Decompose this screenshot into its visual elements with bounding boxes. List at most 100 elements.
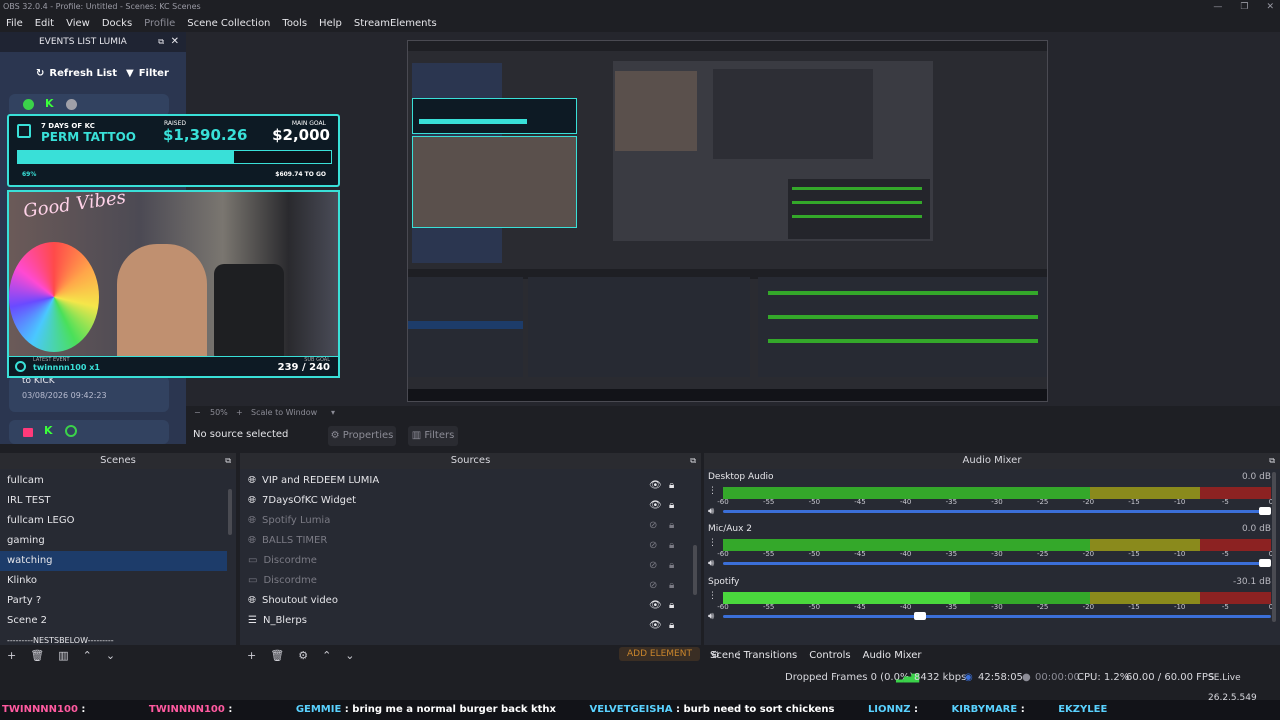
menu-view[interactable]: View: [60, 16, 96, 32]
menu-docks[interactable]: Docks: [96, 16, 138, 32]
source-item[interactable]: 🌐︎ VIP and REDEEM LUMIA 👁︎ 🔒︎: [240, 471, 690, 491]
menu-tools[interactable]: Tools: [276, 16, 313, 32]
remove-scene-icon[interactable]: 🗑︎: [30, 649, 44, 662]
tab-audio-mixer[interactable]: Audio Mixer: [857, 647, 928, 665]
scene-filters-icon[interactable]: ▥: [58, 649, 68, 662]
source-item[interactable]: 🌐︎ BALLS TIMER ⊘ 🔒︎: [240, 531, 690, 551]
tab-scene-transitions[interactable]: Scene Transitions: [704, 647, 803, 665]
scene-item[interactable]: IRL TEST: [0, 491, 227, 511]
source-item[interactable]: 🌐︎ Shoutout video 👁︎ 🔒︎: [240, 591, 690, 611]
event-time: 03/08/2026 09:42:23: [22, 391, 107, 400]
add-scene-icon[interactable]: +: [7, 649, 16, 662]
scenes-scrollbar[interactable]: [228, 489, 232, 535]
move-down-icon[interactable]: ⌄: [345, 649, 354, 662]
volume-knob[interactable]: [1259, 507, 1271, 515]
speaker-icon[interactable]: 🔊︎: [708, 611, 714, 622]
lock-icon[interactable]: 🔒︎: [669, 556, 678, 571]
undock-icon[interactable]: ⧉: [1269, 453, 1275, 469]
events-dock-title: EVENTS LIST LUMIA: [39, 37, 127, 47]
eye-icon[interactable]: 👁︎: [649, 476, 662, 491]
menu-file[interactable]: File: [0, 16, 29, 32]
eye-icon[interactable]: 👁︎: [649, 496, 662, 511]
menu-profile[interactable]: Profile: [138, 16, 181, 32]
sources-scrollbar[interactable]: [693, 545, 697, 595]
scene-item[interactable]: Party ?: [0, 591, 227, 611]
filter-button[interactable]: ▼ Filter: [118, 61, 177, 85]
volume-slider[interactable]: [723, 612, 1271, 620]
minimize-icon[interactable]: —: [1213, 0, 1222, 14]
scene-item[interactable]: gaming: [0, 531, 227, 551]
scene-item[interactable]: Klinko: [0, 571, 227, 591]
eye-hidden-icon[interactable]: ⊘: [649, 536, 660, 551]
menu-scene-collection[interactable]: Scene Collection: [181, 16, 276, 32]
speaker-icon[interactable]: 🔊︎: [708, 506, 714, 517]
undock-icon[interactable]: ⧉: [225, 453, 231, 469]
volume-knob[interactable]: [913, 612, 926, 620]
nested-audio: [758, 277, 1047, 377]
channel-menu-icon[interactable]: ⋮: [708, 538, 717, 548]
lock-icon[interactable]: 🔒︎: [669, 516, 678, 531]
event-card[interactable]: K: [9, 420, 169, 444]
source-properties-icon[interactable]: ⚙: [298, 649, 308, 662]
add-source-icon[interactable]: +: [247, 649, 256, 662]
source-item[interactable]: ☰ N_Blerps 👁︎ 🔒︎: [240, 611, 690, 631]
refresh-icon: ↻: [36, 67, 45, 79]
close-dock-icon[interactable]: ✕: [171, 32, 179, 52]
volume-knob[interactable]: [1259, 559, 1271, 567]
menu-streamelements[interactable]: StreamElements: [348, 16, 443, 32]
source-item[interactable]: 🌐︎ 7DaysOfKC Widget 👁︎ 🔒︎: [240, 491, 690, 511]
menu-edit[interactable]: Edit: [29, 16, 60, 32]
nested-recursive: [713, 69, 873, 159]
sub-goal-value: 239 / 240: [277, 362, 330, 373]
eye-icon[interactable]: 👁︎: [649, 596, 662, 611]
volume-slider[interactable]: [723, 559, 1271, 567]
close-icon[interactable]: ✕: [1266, 0, 1274, 14]
lock-icon[interactable]: 🔒︎: [669, 576, 678, 591]
tab-controls[interactable]: Controls: [803, 647, 856, 665]
move-up-icon[interactable]: ⌃: [322, 649, 331, 662]
filters-button[interactable]: ▥ Filters: [408, 426, 458, 446]
scale-dropdown-icon[interactable]: ▾: [331, 406, 335, 420]
scene-item[interactable]: fullcam LEGO: [0, 511, 227, 531]
event-card[interactable]: K: [9, 94, 169, 116]
speaker-icon[interactable]: 🔊︎: [708, 558, 714, 569]
lock-icon[interactable]: 🔒︎: [669, 536, 678, 551]
move-down-icon[interactable]: ⌄: [106, 649, 115, 662]
eye-hidden-icon[interactable]: ⊘: [649, 576, 660, 591]
meter-tick-label: -20: [1082, 550, 1095, 558]
eye-hidden-icon[interactable]: ⊘: [649, 516, 660, 531]
menu-help[interactable]: Help: [313, 16, 348, 32]
source-item[interactable]: 🌐︎ Spotify Lumia ⊘ 🔒︎: [240, 511, 690, 531]
channel-menu-icon[interactable]: ⋮: [708, 591, 717, 601]
source-item[interactable]: ▭ Discordme ⊘ 🔒︎: [240, 571, 690, 591]
mixer-scrollbar[interactable]: [1272, 472, 1276, 622]
source-item[interactable]: ▭ Discordme ⊘ 🔒︎: [240, 551, 690, 571]
sources-toolbar: + 🗑︎ ⚙ ⌃ ⌄ ADD ELEMENT: [240, 645, 701, 665]
lock-icon[interactable]: 🔒︎: [669, 616, 678, 631]
properties-button[interactable]: ⚙ Properties: [328, 426, 396, 446]
remove-source-icon[interactable]: 🗑︎: [270, 649, 284, 662]
maximize-icon[interactable]: ❐: [1240, 0, 1248, 14]
eye-icon[interactable]: 👁︎: [649, 616, 662, 631]
add-element-button[interactable]: ADD ELEMENT: [619, 647, 700, 661]
lock-icon[interactable]: 🔒︎: [669, 596, 678, 611]
undock-icon[interactable]: ⧉: [158, 32, 164, 52]
scale-mode[interactable]: Scale to Window: [251, 406, 317, 420]
preview-canvas[interactable]: [186, 32, 1280, 406]
scenes-title: Scenes: [100, 455, 136, 466]
volume-slider[interactable]: [723, 507, 1271, 515]
move-up-icon[interactable]: ⌃: [83, 649, 92, 662]
zoom-in-icon[interactable]: +: [236, 406, 243, 420]
scene-item[interactable]: Scene 2: [0, 611, 227, 631]
scene-item-selected[interactable]: watching: [0, 551, 227, 571]
lock-icon[interactable]: 🔒︎: [669, 496, 678, 511]
channel-menu-icon[interactable]: ⋮: [708, 486, 717, 496]
zoom-out-icon[interactable]: −: [194, 406, 201, 420]
event-card[interactable]: to KICK 03/08/2026 09:42:23: [9, 376, 169, 412]
undock-icon[interactable]: ⧉: [690, 453, 696, 469]
refresh-list-button[interactable]: ↻ Refresh List: [28, 61, 125, 85]
scene-item[interactable]: ---------NESTSBELOW---------: [0, 631, 227, 645]
eye-hidden-icon[interactable]: ⊘: [649, 556, 660, 571]
lock-icon[interactable]: 🔒︎: [669, 476, 678, 491]
scene-item[interactable]: fullcam: [0, 471, 227, 491]
